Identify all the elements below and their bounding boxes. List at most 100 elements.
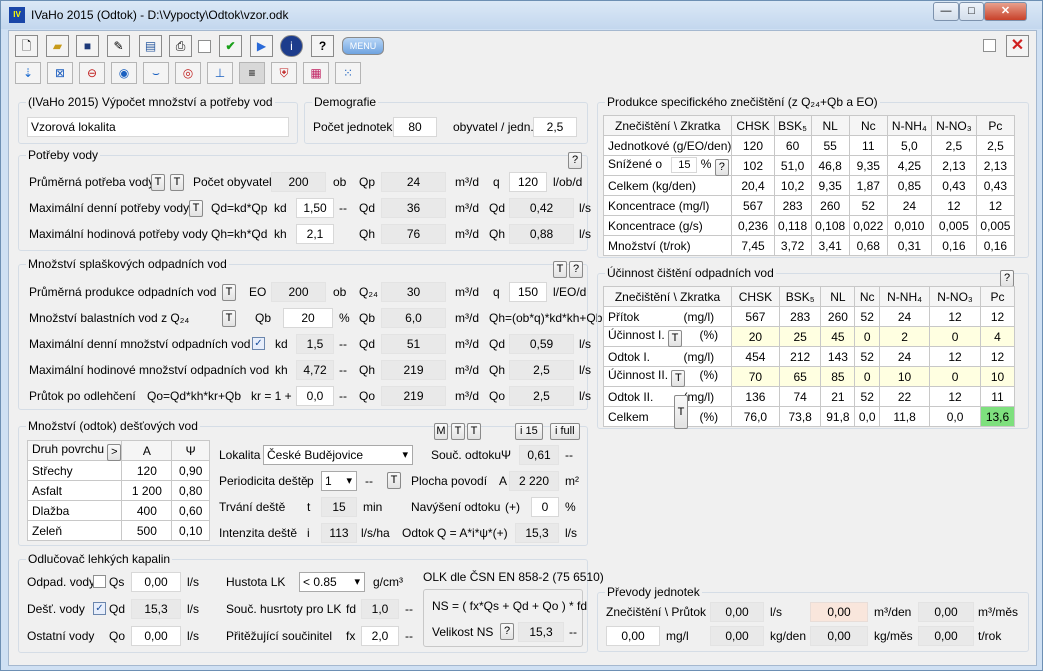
surface-name[interactable]: Zeleň [26,520,123,541]
ballast-t-button[interactable]: T [222,310,236,327]
close-button[interactable]: ✕ [984,2,1027,21]
ifull-button[interactable]: i full [550,423,580,440]
channel-icon[interactable]: ⌣ [143,62,169,84]
eff-cell[interactable]: 20 [731,326,780,347]
eff1-t-button[interactable]: T [668,330,683,347]
waste-water-checkbox[interactable] [93,575,106,588]
table-row[interactable]: Střechy 120 0,90 [26,460,210,481]
surface-psi[interactable]: 0,80 [171,480,210,501]
spec-cell[interactable]: 2,5 [975,135,1016,156]
qs-input[interactable]: 0,00 [131,572,181,592]
faucet-icon[interactable]: ⛨ [271,62,297,84]
kd-input[interactable]: 1,50 [296,198,334,218]
spec-cell[interactable]: 120 [731,135,775,156]
help-icon[interactable]: ? [311,35,334,57]
eff-cell[interactable]: 0 [854,366,881,387]
dots-grid-icon[interactable]: ⁙ [335,62,361,84]
density-select[interactable]: < 0.85 [299,572,365,592]
periodicity-t-button[interactable]: T [387,472,401,489]
surface-area[interactable]: 400 [121,500,173,521]
surface-psi[interactable]: 0,60 [171,500,210,521]
avg-waste-t-button[interactable]: T [222,284,236,301]
eff-cell[interactable]: 10 [980,366,1015,387]
runoff-increase-input[interactable]: 0 [531,497,559,517]
table-row[interactable]: Asfalt 1 200 0,80 [26,480,210,501]
toolbar-checkbox[interactable] [198,40,211,53]
rain-t1-button[interactable]: T [451,423,465,440]
kh-input[interactable]: 2,1 [296,224,334,244]
surface-area[interactable]: 500 [121,520,173,541]
i15-button[interactable]: i 15 [515,423,543,440]
eff-cell[interactable]: 0 [854,326,881,347]
eff2-t-button[interactable]: T [671,370,686,387]
surface-area[interactable]: 120 [121,460,173,481]
maximize-button[interactable]: □ [959,2,984,21]
circle-pipe-icon[interactable]: ◉ [111,62,137,84]
per-unit-input[interactable]: 2,5 [533,117,577,137]
eff-cell[interactable]: 25 [778,326,822,347]
qb-pct-input[interactable]: 20 [283,308,333,328]
spec-cell[interactable]: 60 [773,135,812,156]
max-daily-waste-checkbox[interactable]: ✓ [252,337,265,350]
units-input[interactable]: 80 [393,117,437,137]
waste-t-button[interactable]: T [553,261,567,278]
pipe-icon[interactable]: ⊖ [79,62,105,84]
print-icon[interactable]: ⎙ [169,35,192,57]
conv-m3den-value[interactable]: 0,00 [810,602,868,622]
kr-input[interactable]: 0,0 [296,386,334,406]
eff-cell[interactable]: 70 [731,366,780,387]
table-row[interactable]: Zeleň 500 0,10 [26,520,210,541]
eff-cell[interactable]: 45 [820,326,856,347]
ring-icon[interactable]: ◎ [175,62,201,84]
table-icon[interactable]: ▦ [303,62,329,84]
conv-m3mes-value[interactable]: 0,00 [918,602,974,622]
new-file-icon[interactable]: 🗋 [15,35,38,57]
sep-qo-input[interactable]: 0,00 [131,626,181,646]
spec-cell[interactable]: 2,5 [930,135,977,156]
eff-cell[interactable]: 2 [879,326,931,347]
surface-expand-button[interactable]: > [107,444,122,461]
check-icon[interactable]: ✔ [219,35,242,57]
surface-psi[interactable]: 0,10 [171,520,210,541]
periodicity-select[interactable]: 1 [321,471,357,491]
reduce-pct-input[interactable]: 15 [671,157,698,173]
eff-cell[interactable]: 65 [778,366,822,387]
grid-box-icon[interactable]: ⊠ [47,62,73,84]
reduce-help-button[interactable]: ? [714,159,729,176]
avg-need-t1-button[interactable]: T [151,174,165,191]
surface-name[interactable]: Dlažba [26,500,123,521]
rain-t2-button[interactable]: T [467,423,481,440]
surface-psi[interactable]: 0,90 [171,460,210,481]
spec-cell[interactable]: 55 [810,135,850,156]
spec-cell[interactable]: 11 [848,135,888,156]
open-folder-icon[interactable]: ▰ [46,35,69,57]
save-icon[interactable]: ■ [76,35,99,57]
fx-input[interactable]: 2,0 [361,626,399,646]
exit-icon[interactable]: ✕ [1006,35,1029,57]
menu-button[interactable]: MENU [342,37,384,55]
window-mode-icon[interactable] [983,39,996,52]
surface-name[interactable]: Střechy [26,460,123,481]
report-icon[interactable]: ▤ [139,35,162,57]
locality-name-input[interactable]: Vzorová lokalita [27,117,289,137]
waste-help-button[interactable]: ? [569,261,583,278]
eff-cell[interactable]: 4 [980,326,1015,347]
conv-ls-value[interactable]: 0,00 [710,602,764,622]
surface-area[interactable]: 1 200 [121,480,173,501]
water-needs-help-button[interactable]: ? [568,152,582,169]
locality-select[interactable]: České Budějovice [263,445,413,465]
q-input[interactable]: 120 [509,172,547,192]
eff-cell[interactable]: 0 [929,326,982,347]
eff-cell[interactable]: 10 [879,366,931,387]
flow-icon[interactable]: ⇣ [15,62,41,84]
max-daily-t-button[interactable]: T [189,200,203,217]
info-icon[interactable]: i [280,35,303,57]
lines-icon[interactable]: ≡ [239,62,265,84]
efficiency-help-button[interactable]: ? [1000,270,1014,287]
rain-m-button[interactable]: M [434,423,448,440]
edit-icon[interactable]: ✎ [107,35,130,57]
weir-icon[interactable]: ⊥ [207,62,233,84]
avg-need-t2-button[interactable]: T [170,174,184,191]
conv-mgl-input[interactable]: 0,00 [606,626,660,646]
table-row[interactable]: Dlažba 400 0,60 [26,500,210,521]
